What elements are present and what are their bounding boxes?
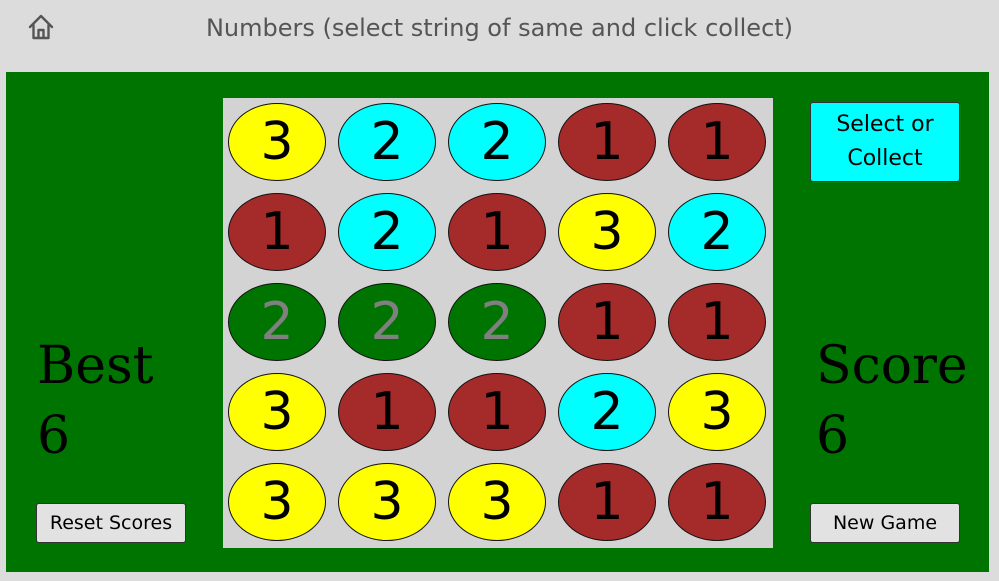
grid-cell[interactable]: 1	[558, 103, 656, 181]
best-value: 6	[37, 406, 71, 466]
grid-cell[interactable]: 1	[338, 373, 436, 451]
grid-cell[interactable]: 1	[448, 373, 546, 451]
grid-cell[interactable]: 1	[668, 103, 766, 181]
grid-cell[interactable]: 1	[558, 283, 656, 361]
best-label: Best	[37, 336, 154, 396]
select-collect-button[interactable]: Select or Collect	[810, 102, 960, 182]
grid-cell[interactable]: 3	[228, 103, 326, 181]
top-bar: Numbers (select string of same and click…	[0, 0, 999, 72]
grid-cell[interactable]: 1	[448, 193, 546, 271]
grid-cell[interactable]: 2	[338, 283, 436, 361]
new-game-button[interactable]: New Game	[810, 503, 960, 543]
grid-cell[interactable]: 2	[448, 103, 546, 181]
grid-cell[interactable]: 2	[228, 283, 326, 361]
grid-cell[interactable]: 2	[558, 373, 656, 451]
grid-cell[interactable]: 3	[558, 193, 656, 271]
grid-cell[interactable]: 1	[558, 463, 656, 541]
page-title: Numbers (select string of same and click…	[205, 14, 794, 42]
grid-cell[interactable]: 2	[668, 193, 766, 271]
grid-cell[interactable]: 1	[228, 193, 326, 271]
grid-cell[interactable]: 2	[338, 193, 436, 271]
grid-cell[interactable]: 3	[448, 463, 546, 541]
grid-cell[interactable]: 3	[228, 373, 326, 451]
reset-scores-button[interactable]: Reset Scores	[36, 503, 186, 543]
grid-cell[interactable]: 2	[338, 103, 436, 181]
grid-cell[interactable]: 1	[668, 283, 766, 361]
grid-cell[interactable]: 3	[668, 373, 766, 451]
grid-cell[interactable]: 3	[338, 463, 436, 541]
number-grid: 3221112132222113112333311	[223, 98, 773, 548]
grid-cell[interactable]: 2	[448, 283, 546, 361]
grid-cell[interactable]: 1	[668, 463, 766, 541]
score-label: Score	[816, 336, 968, 396]
score-value: 6	[816, 406, 850, 466]
grid-cell[interactable]: 3	[228, 463, 326, 541]
